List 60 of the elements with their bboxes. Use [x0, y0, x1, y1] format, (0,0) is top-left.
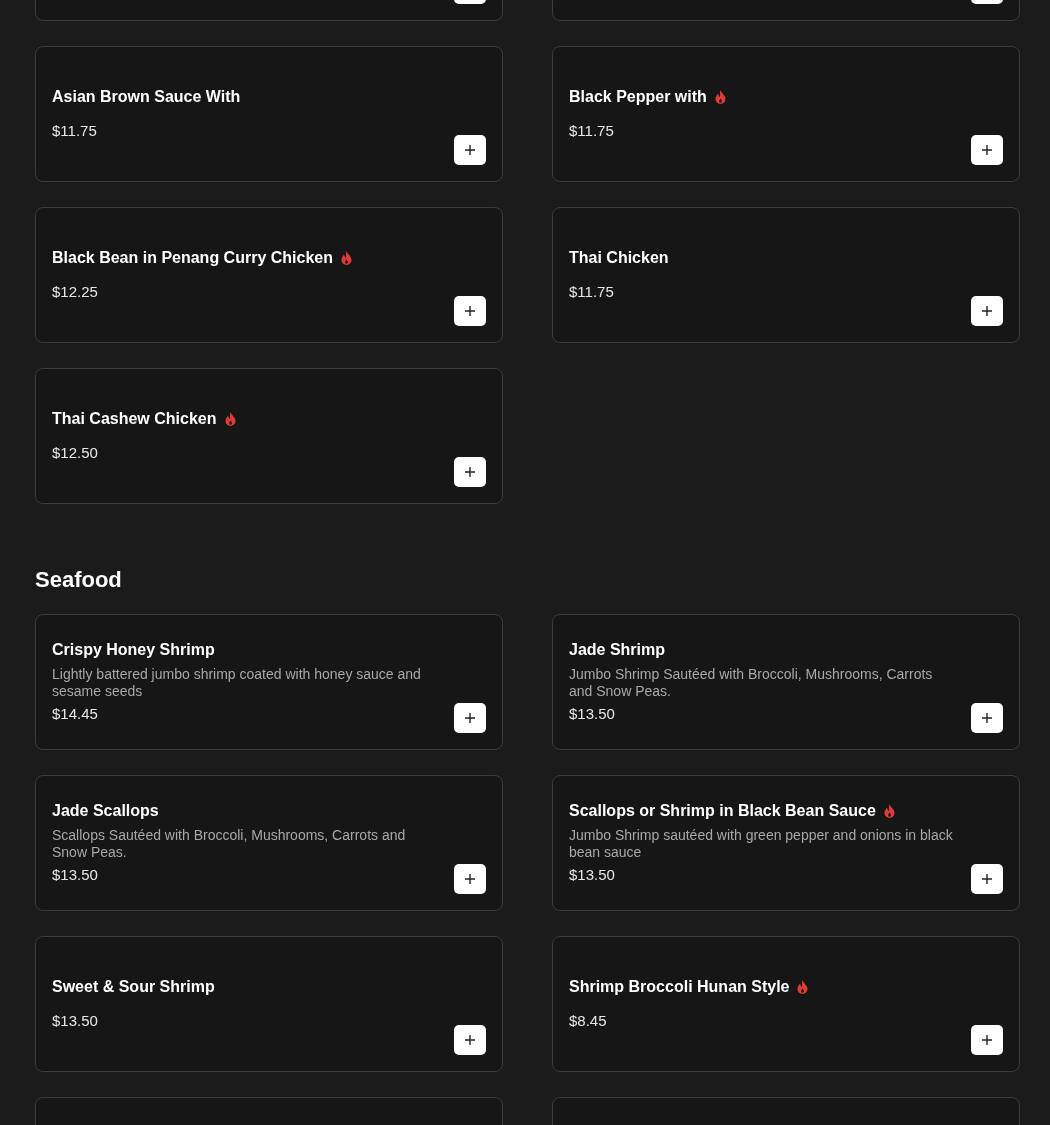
plus-icon — [465, 467, 475, 477]
add-button[interactable] — [454, 296, 486, 326]
add-button[interactable] — [454, 703, 486, 733]
dish-name: Sweet & Sour Shrimp — [52, 977, 216, 997]
dish-description: Jumbo Shrimp sautéed with green pepper and onions in black bean sauce — [569, 827, 954, 861]
dish-name: Jade Shrimp — [569, 640, 667, 660]
plus-icon — [465, 145, 475, 155]
dish-price: $11.75 — [569, 282, 615, 302]
plus-icon — [982, 145, 992, 155]
dish-price: $13.50 — [569, 704, 616, 724]
add-button[interactable] — [454, 864, 486, 894]
add-button[interactable] — [971, 864, 1003, 894]
dish-name: Jade Scallops — [52, 801, 160, 821]
dish-name: Asian Brown Sauce With — [52, 87, 242, 107]
menu-item-card[interactable]: Crispy Honey Shrimp Lightly battered jumbo shrimp coated with honey sauce and sesame seeds $14.45 — [35, 614, 503, 750]
dish-name: Shrimp Broccoli Hunan Style — [569, 977, 790, 997]
plus-icon — [465, 1035, 475, 1045]
section-heading: Seafood — [35, 566, 123, 594]
add-button[interactable] — [971, 135, 1003, 165]
plus-icon — [465, 306, 475, 316]
menu-item-card[interactable]: Jade Shrimp Jumbo Shrimp Sautéed with Broccoli, Mushrooms, Carrots and Snow Peas. $13.50 — [552, 614, 1020, 750]
dish-price: $13.50 — [52, 865, 99, 885]
dish-name: Black Bean in Penang Curry Chicken — [52, 248, 333, 268]
dish-price: $14.45 — [52, 704, 99, 724]
dish-name: Thai Cashew Chicken — [52, 409, 217, 429]
dish-price: $12.25 — [52, 282, 99, 302]
add-button[interactable] — [454, 457, 486, 487]
add-button[interactable] — [971, 1025, 1003, 1055]
dish-price: $13.50 — [52, 1011, 99, 1031]
menu-item-card[interactable]: Asian Brown Sauce With $11.75 — [35, 46, 503, 182]
dish-price: $12.50 — [52, 443, 99, 463]
dish-price: $8.45 — [569, 1011, 608, 1031]
menu-item-card[interactable]: Black Bean in Penang Curry Chicken $12.25 — [35, 207, 503, 343]
add-button[interactable] — [454, 135, 486, 165]
menu-item-card[interactable]: Black Pepper with $11.75 — [552, 46, 1020, 182]
add-button[interactable] — [971, 296, 1003, 326]
dish-description: Lightly battered jumbo shrimp coated with honey sauce and sesame seeds — [52, 666, 422, 700]
plus-icon — [982, 713, 992, 723]
dish-name: Thai Chicken — [569, 248, 670, 268]
plus-icon — [465, 713, 475, 723]
plus-icon — [465, 874, 475, 884]
dish-name: Scallops or Shrimp in Black Bean Sauce — [569, 801, 876, 821]
menu-item-card[interactable]: Jade Scallops Scallops Sautéed with Broccoli, Mushrooms, Carrots and Snow Peas. $13.50 — [35, 775, 503, 911]
dish-price: $11.75 — [569, 121, 615, 141]
dish-description: Scallops Sautéed with Broccoli, Mushrooms, Carrots and Snow Peas. — [52, 827, 407, 861]
add-button[interactable] — [454, 1025, 486, 1055]
dish-name: Black Pepper with — [569, 87, 707, 107]
plus-icon — [982, 306, 992, 316]
dish-description: Jumbo Shrimp Sautéed with Broccoli, Mushrooms, Carrots and Snow Peas. — [569, 666, 934, 700]
menu-item-card[interactable]: Shrimp Broccoli Hunan Style $8.45 — [552, 936, 1020, 1072]
menu-item-card[interactable]: Thai Cashew Chicken $12.50 — [35, 368, 503, 504]
dish-name: Crispy Honey Shrimp — [52, 640, 216, 660]
plus-icon — [982, 1035, 992, 1045]
add-button[interactable] — [971, 703, 1003, 733]
menu-item-card[interactable]: Sweet & Sour Shrimp $13.50 — [35, 936, 503, 1072]
dish-price: $11.75 — [52, 121, 98, 141]
plus-icon — [982, 874, 992, 884]
menu-item-card[interactable]: Thai Chicken $11.75 — [552, 207, 1020, 343]
dish-price: $13.50 — [569, 865, 616, 885]
menu-item-card[interactable]: Scallops or Shrimp in Black Bean Sauce Jumbo Shrimp sautéed with green pepper and onions in black bean sauce $13.50 — [552, 775, 1020, 911]
